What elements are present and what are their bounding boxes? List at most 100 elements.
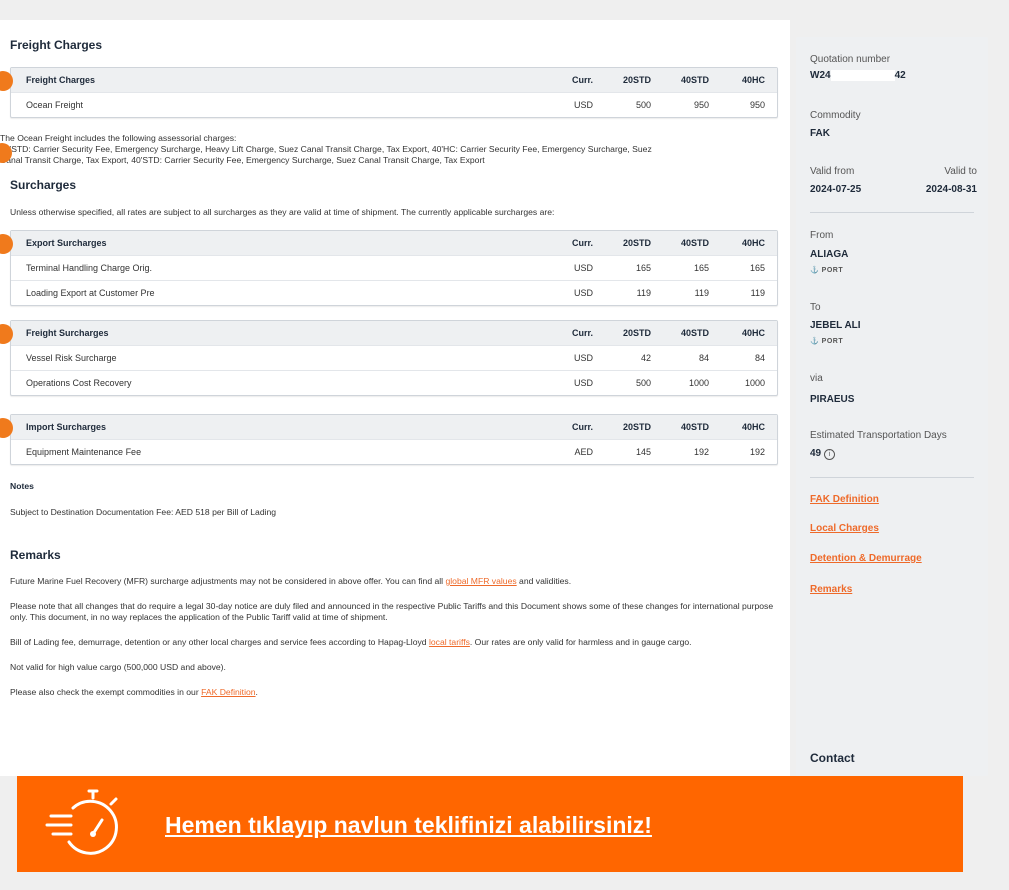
remarks-text: Future Marine Fuel Recovery (MFR) surcha… [10, 576, 446, 586]
rate-40std: 192 [693, 447, 709, 457]
remarks-legal-notice: Please note that all changes that do req… [10, 601, 774, 622]
anchor-icon: ⚓ [810, 338, 820, 345]
column-header: Import Surcharges [26, 422, 107, 432]
remarks-mfr: Future Marine Fuel Recovery (MFR) surcha… [10, 576, 778, 587]
rate-40hc: 192 [749, 447, 765, 457]
remarks-local-charges: Bill of Lading fee, demurrage, detention… [10, 637, 778, 648]
rate-40std: 1000 [688, 378, 709, 388]
divider [810, 212, 974, 213]
assessorial-list-cont: Canal Transit Charge, Tax Export, 40'STD… [0, 155, 485, 165]
column-header: 40STD [680, 75, 709, 85]
table-row: Vessel Risk Surcharge USD 42 84 84 [11, 345, 777, 370]
remarks-text: and validities. [516, 576, 572, 586]
table-row: Ocean Freight USD 500 950 950 [11, 92, 777, 117]
fak-definition-link[interactable]: FAK Definition [810, 494, 879, 505]
column-header: 40HC [741, 238, 765, 248]
valid-to-label: Valid to [944, 166, 977, 177]
info-icon[interactable]: i [823, 449, 835, 460]
remarks-heading: Remarks [10, 548, 61, 562]
rate-40std: 84 [698, 353, 709, 363]
currency: USD [573, 100, 593, 110]
rate-20std: 165 [635, 263, 651, 273]
column-header: Freight Charges [26, 75, 96, 85]
currency: AED [574, 447, 593, 457]
commodity-label: Commodity [810, 110, 861, 121]
column-header: 40HC [741, 422, 765, 432]
detention-demurrage-link[interactable]: Detention & Demurrage [810, 553, 922, 564]
rate-40std: 165 [693, 263, 709, 273]
table-row: Equipment Maintenance Fee AED 145 192 19… [11, 439, 777, 464]
redaction-block [830, 70, 895, 81]
stopwatch-icon [45, 789, 118, 855]
rate-20std: 500 [635, 100, 651, 110]
table-header-row: Import Surcharges Curr. 20STD 40STD 40HC [11, 415, 777, 439]
charge-name: Equipment Maintenance Fee [26, 447, 142, 457]
rate-40hc: 1000 [744, 378, 765, 388]
rate-20std: 42 [640, 353, 651, 363]
destination-type-label: PORT [821, 338, 844, 345]
export-surcharges-table: Export Surcharges Curr. 20STD 40STD 40HC… [0, 230, 778, 306]
global-mfr-values-link[interactable]: global MFR values [445, 576, 516, 586]
charge-name: Terminal Handling Charge Orig. [26, 263, 153, 273]
quotation-number-prefix: W24 [810, 70, 831, 82]
commodity-value: FAK [810, 128, 830, 139]
assessorial-list: 20'STD: Carrier Security Fee, Emergency … [0, 144, 652, 154]
notes-heading: Notes [10, 481, 34, 491]
currency: USD [573, 353, 593, 363]
rate-40hc: 165 [749, 263, 765, 273]
transport-days-label: Estimated Transportation Days [810, 430, 947, 441]
freight-surcharges-table: Freight Surcharges Curr. 20STD 40STD 40H… [0, 320, 778, 396]
assessorial-charges-block: The Ocean Freight includes the following… [0, 133, 778, 166]
table-header-row: Export Surcharges Curr. 20STD 40STD 40HC [11, 231, 777, 255]
currency: USD [573, 263, 593, 273]
quotation-number-suffix: 42 [894, 70, 906, 82]
charge-name: Ocean Freight [26, 100, 84, 110]
table-header-row: Freight Surcharges Curr. 20STD 40STD 40H… [11, 321, 777, 345]
rate-40std: 119 [694, 288, 709, 298]
contact-heading: Contact [810, 751, 855, 765]
remarks-link[interactable]: Remarks [810, 584, 852, 595]
table-row: Loading Export at Customer Pre USD 119 1… [11, 280, 777, 305]
promo-banner-link[interactable]: Hemen tıklayıp navlun teklifinizi alabil… [165, 812, 652, 839]
remarks-text: Please also check the exempt commodities… [10, 687, 202, 697]
rate-40hc: 950 [749, 100, 765, 110]
import-surcharges-table: Import Surcharges Curr. 20STD 40STD 40HC… [0, 414, 778, 465]
remarks-text: Bill of Lading fee, demurrage, detention… [10, 637, 429, 647]
local-charges-link[interactable]: Local Charges [810, 523, 879, 534]
destination-type: ⚓ PORT [810, 337, 843, 345]
charge-name: Vessel Risk Surcharge [26, 353, 117, 363]
valid-from-label: Valid from [810, 166, 855, 177]
valid-from-value: 2024-07-25 [810, 184, 862, 195]
column-header: 40HC [741, 328, 765, 338]
rate-40hc: 84 [754, 353, 765, 363]
remarks-fak: Please also check the exempt commodities… [10, 687, 778, 698]
column-header: 40STD [680, 328, 709, 338]
divider [810, 477, 974, 478]
column-header: 40STD [680, 422, 709, 432]
via-port: PIRAEUS [810, 394, 855, 405]
quotation-number-label: Quotation number [810, 54, 891, 65]
table-row: Terminal Handling Charge Orig. USD 165 1… [11, 255, 777, 280]
charge-name: Operations Cost Recovery [26, 378, 132, 388]
rate-40std: 950 [693, 100, 709, 110]
remarks-text: . Our rates are only valid for harmless … [469, 637, 692, 647]
to-label: To [810, 302, 821, 313]
column-header: 40HC [741, 75, 765, 85]
quotation-main-panel: Freight Charges Freight Charges Curr. 20… [0, 20, 790, 776]
assessorial-intro: The Ocean Freight includes the following… [0, 133, 237, 143]
column-header: 20STD [622, 328, 651, 338]
column-header: Curr. [571, 75, 593, 85]
local-tariffs-link[interactable]: local tariffs [429, 637, 470, 647]
transport-days-value: 49 i [810, 448, 835, 460]
column-header: 40STD [680, 238, 709, 248]
from-label: From [810, 230, 834, 241]
origin-type-label: PORT [821, 267, 844, 274]
promo-banner[interactable]: Hemen tıklayıp navlun teklifinizi alabil… [17, 776, 963, 872]
fak-definition-inline-link[interactable]: FAK Definition [201, 687, 255, 697]
column-header: Export Surcharges [26, 238, 107, 248]
rate-20std: 119 [636, 288, 651, 298]
destination-port: JEBEL ALI [810, 320, 861, 331]
surcharges-heading: Surcharges [10, 178, 77, 192]
remarks-text: . [255, 687, 258, 697]
surcharges-intro: Unless otherwise specified, all rates ar… [10, 207, 555, 217]
